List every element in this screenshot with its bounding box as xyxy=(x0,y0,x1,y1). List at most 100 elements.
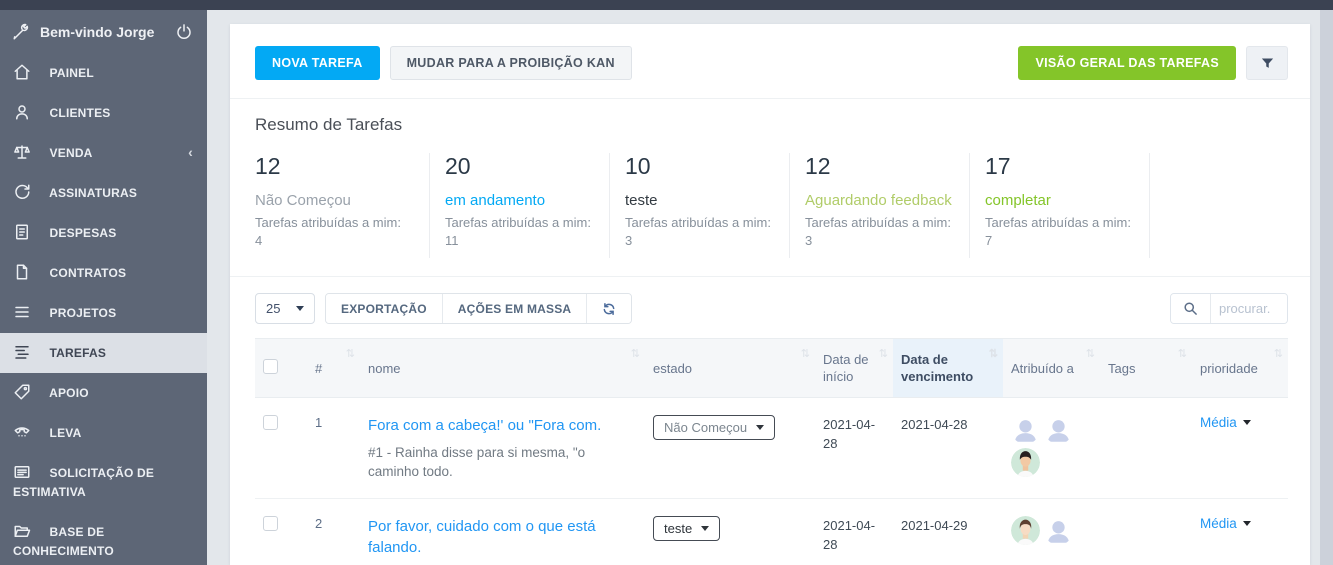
avatar-photo[interactable] xyxy=(1011,448,1040,477)
sidebar-item-leva[interactable]: LEVA xyxy=(0,413,207,453)
sidebar-item-base-de-conhecimento[interactable]: BASE DE CONHECIMENTO xyxy=(0,512,207,565)
stat-assigned-count: 3 xyxy=(625,233,633,248)
priority-dropdown[interactable]: Média xyxy=(1200,415,1251,430)
due-date: 2021-04-29 xyxy=(893,498,1003,565)
table-row: 1 Fora com a cabeça!' ou "Fora com. #1 -… xyxy=(255,398,1288,499)
sort-icon: ⇅ xyxy=(988,348,998,360)
select-all-checkbox[interactable] xyxy=(263,358,278,374)
stat-assigned-label: Tarefas atribuídas a mim: xyxy=(255,215,401,230)
phone-icon xyxy=(13,423,33,441)
bulk-actions-button[interactable]: AÇÕES EM MASSA xyxy=(442,294,588,323)
reload-icon xyxy=(602,302,616,316)
sidebar-item-clientes[interactable]: CLIENTES xyxy=(0,93,207,133)
switch-kanban-button[interactable]: MUDAR PARA A PROIBIÇÃO KAN xyxy=(389,46,632,80)
sidebar-item-assinaturas[interactable]: ASSINATURAS xyxy=(0,173,207,213)
top-strip xyxy=(0,0,1333,10)
sidebar-item-contratos[interactable]: CONTRATOS xyxy=(0,253,207,293)
table-row: 2 Por favor, cuidado com o que está fala… xyxy=(255,498,1288,565)
sidebar-item-painel[interactable]: PAINEL xyxy=(0,53,207,93)
sidebar-item-projetos[interactable]: PROJETOS xyxy=(0,293,207,333)
chevron-left-icon: ‹ xyxy=(188,144,193,160)
form-icon xyxy=(13,463,33,481)
table-header-row: # ⇅ nome ⇅ estado ⇅ Data de início ⇅ Data de… xyxy=(255,338,1288,398)
task-subtitle: #1 - Rainha disse para si mesma, "o cami… xyxy=(368,445,586,479)
header-tags[interactable]: Tags ⇅ xyxy=(1100,338,1192,398)
task-summary-stats: 12 Não Começou Tarefas atribuídas a mim:… xyxy=(255,153,1288,258)
avatar-placeholder[interactable] xyxy=(1044,516,1073,545)
sidebar-item-solicitacao-de-estimativa[interactable]: SOLICITAÇÃO DE ESTIMATIVA xyxy=(0,453,207,512)
tags-cell xyxy=(1100,398,1192,499)
table-controls: 25 EXPORTAÇÃO AÇÕES EM MASSA xyxy=(255,293,1288,324)
priority-dropdown[interactable]: Média xyxy=(1200,516,1251,531)
stat-completar: 17 completar Tarefas atribuídas a mim: 7 xyxy=(970,153,1150,258)
header-data-vencimento[interactable]: Data de vencimento ⇅ xyxy=(893,338,1003,398)
sort-icon: ⇅ xyxy=(878,348,888,360)
tags-cell xyxy=(1100,498,1192,565)
menu-bars-icon xyxy=(13,303,33,321)
divider xyxy=(230,276,1310,277)
stat-assigned-label: Tarefas atribuídas a mim: xyxy=(985,215,1131,230)
stat-count: 17 xyxy=(985,153,1011,179)
avatar-placeholder[interactable] xyxy=(1011,415,1040,444)
stat-assigned-label: Tarefas atribuídas a mim: xyxy=(625,215,771,230)
filter-button[interactable] xyxy=(1246,46,1288,80)
status-dropdown[interactable]: Não Começou xyxy=(653,415,776,440)
task-number: 2 xyxy=(307,498,360,565)
avatar-placeholder[interactable] xyxy=(1044,415,1073,444)
filter-icon xyxy=(1260,56,1275,71)
header-num[interactable]: # ⇅ xyxy=(307,338,360,398)
welcome-text: Bem-vindo Jorge xyxy=(40,24,155,40)
stat-assigned-count: 4 xyxy=(255,233,263,248)
receipt-icon xyxy=(13,223,33,241)
search-button[interactable] xyxy=(1171,294,1211,323)
stat-count: 12 xyxy=(805,153,831,179)
task-name-link[interactable]: Por favor, cuidado com o que está faland… xyxy=(368,516,637,558)
export-button[interactable]: EXPORTAÇÃO xyxy=(326,294,443,323)
stat-teste: 10 teste Tarefas atribuídas a mim: 3 xyxy=(610,153,790,258)
tag-icon xyxy=(13,383,33,401)
scrollbar[interactable] xyxy=(1320,10,1333,565)
person-icon xyxy=(13,103,33,121)
stat-count: 10 xyxy=(625,153,651,179)
bulk-button-group: EXPORTAÇÃO AÇÕES EM MASSA xyxy=(325,293,633,324)
sidebar-item-despesas[interactable]: DESPESAS xyxy=(0,213,207,253)
avatar-photo[interactable] xyxy=(1011,516,1040,545)
tasks-overview-button[interactable]: VISÃO GERAL DAS TAREFAS xyxy=(1018,46,1236,80)
due-date: 2021-04-28 xyxy=(901,417,968,432)
sidebar-item-venda[interactable]: VENDA ‹ xyxy=(0,133,207,173)
chevron-down-icon xyxy=(756,425,765,430)
chevron-down-icon xyxy=(1242,420,1251,425)
stat-count: 12 xyxy=(255,153,281,179)
status-dropdown[interactable]: teste xyxy=(653,516,721,541)
header-estado[interactable]: estado ⇅ xyxy=(645,338,815,398)
header-prioridade[interactable]: prioridade ⇅ xyxy=(1192,338,1288,398)
sidebar: Bem-vindo Jorge PAINEL CLIENTES VENDA ‹ … xyxy=(0,10,207,565)
stat-nao-comecou: 12 Não Começou Tarefas atribuídas a mim:… xyxy=(255,153,430,258)
start-date: 2021-04-28 xyxy=(823,417,876,451)
power-icon[interactable] xyxy=(175,23,193,41)
reload-button[interactable] xyxy=(587,294,632,323)
page-size-select[interactable]: 25 xyxy=(255,293,315,324)
search-icon xyxy=(1183,301,1198,316)
assignee-avatars xyxy=(1011,415,1077,477)
tasks-table: # ⇅ nome ⇅ estado ⇅ Data de início ⇅ Data de… xyxy=(255,338,1288,565)
row-checkbox[interactable] xyxy=(263,516,278,531)
header-data-inicio[interactable]: Data de início ⇅ xyxy=(815,338,893,398)
task-name-link[interactable]: Fora com a cabeça!' ou "Fora com. xyxy=(368,415,601,436)
new-task-button[interactable]: NOVA TAREFA xyxy=(255,46,380,80)
sidebar-item-tarefas[interactable]: TAREFAS xyxy=(0,333,207,373)
header-nome[interactable]: nome ⇅ xyxy=(360,338,645,398)
sidebar-header: Bem-vindo Jorge xyxy=(0,10,207,53)
sort-icon: ⇅ xyxy=(1273,348,1283,360)
search-group xyxy=(1170,293,1288,324)
stat-label: Aguardando feedback xyxy=(805,192,952,209)
file-icon xyxy=(13,263,33,281)
header-atribuido-a[interactable]: Atribuído a ⇅ xyxy=(1003,338,1100,398)
sidebar-item-apoio[interactable]: APOIO xyxy=(0,373,207,413)
stat-em-andamento: 20 em andamento Tarefas atribuídas a mim… xyxy=(430,153,610,258)
row-checkbox[interactable] xyxy=(263,415,278,430)
divider xyxy=(230,98,1310,99)
stat-aguardando-feedback: 12 Aguardando feedback Tarefas atribuída… xyxy=(790,153,970,258)
search-input[interactable] xyxy=(1211,294,1287,323)
chevron-down-icon xyxy=(1242,521,1251,526)
